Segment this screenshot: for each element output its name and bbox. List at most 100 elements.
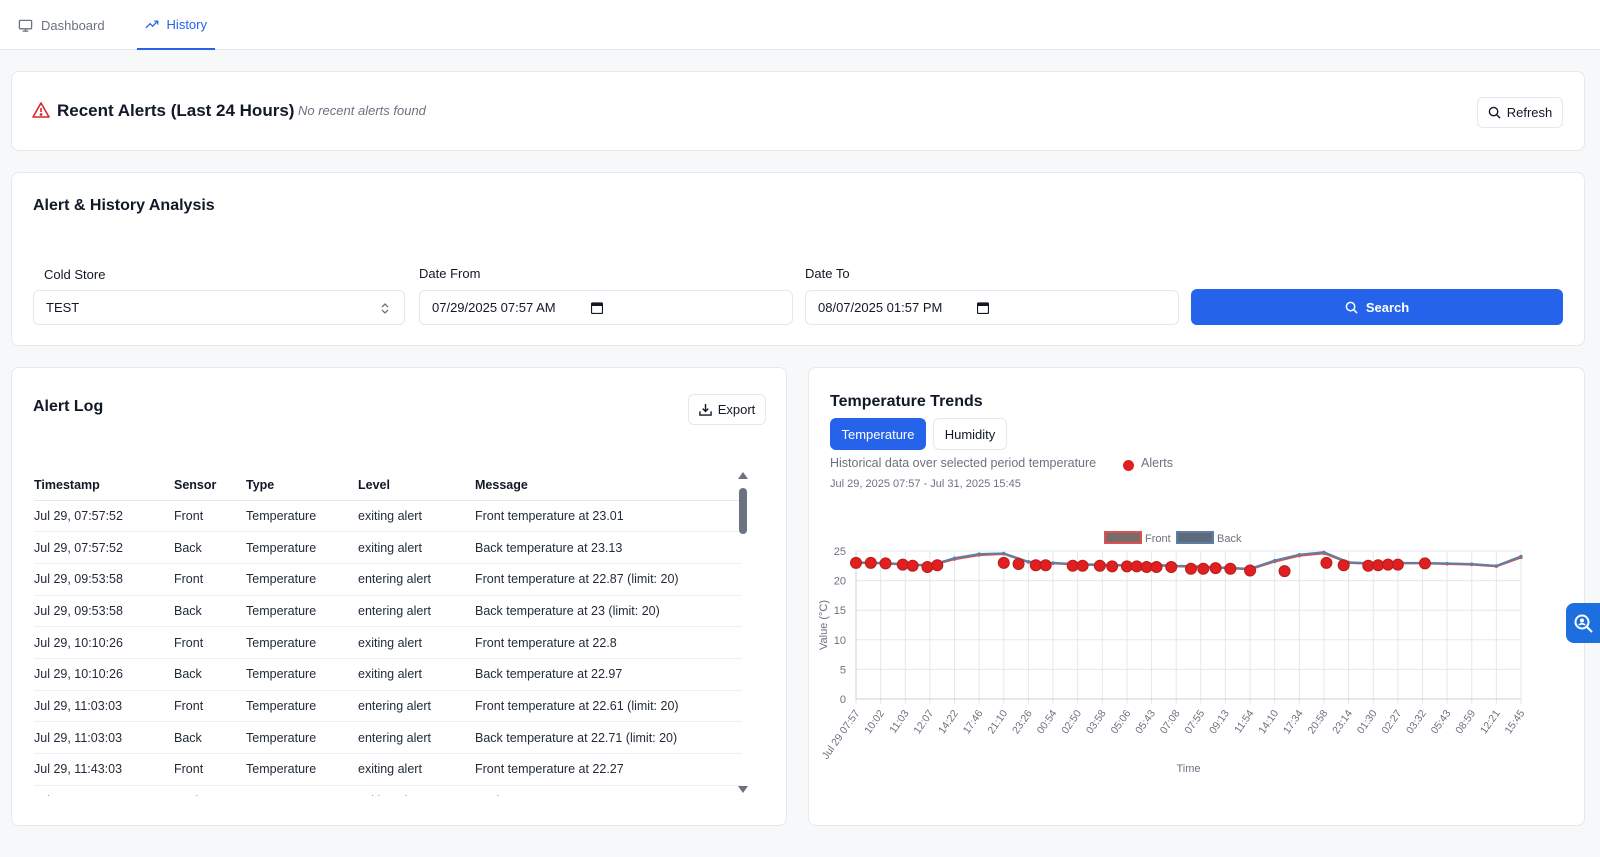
- alert-marker[interactable]: [879, 557, 892, 570]
- date-to-label: Date To: [805, 266, 850, 281]
- table-row[interactable]: Jul 29, 07:57:52 Front Temperature exiting …: [34, 500, 742, 533]
- x-tick-label: 12:21: [1478, 708, 1503, 737]
- alert-marker[interactable]: [1140, 560, 1153, 573]
- temperature-chart[interactable]: 0510152025Jul 29 07:57 10:02 11:03 12:07 14:…: [809, 518, 1585, 818]
- alert-marker[interactable]: [864, 556, 877, 569]
- y-tick-label: 10: [834, 635, 846, 647]
- table-row[interactable]: Jul 29, 07:57:52 Back Temperature exiting a…: [34, 531, 742, 564]
- search-button[interactable]: Search: [1191, 289, 1563, 325]
- x-tick-label: Jul 29 07:57: [820, 708, 863, 762]
- table-cell: entering alert: [358, 721, 475, 754]
- column-header[interactable]: Sensor: [174, 470, 246, 501]
- alert-marker[interactable]: [1093, 559, 1106, 572]
- table-cell: Back temperature at 22.36: [475, 785, 742, 796]
- legend-swatch-front[interactable]: [1104, 531, 1142, 544]
- alert-marker[interactable]: [1372, 559, 1385, 572]
- x-tick-label: 01:30: [1355, 708, 1380, 737]
- x-tick-label: 20:58: [1306, 708, 1331, 737]
- x-tick-label: 05:43: [1133, 708, 1158, 737]
- table-cell: Jul 29, 07:57:52: [34, 531, 174, 564]
- calendar-icon[interactable]: [591, 302, 603, 314]
- floating-zoom-button[interactable]: [1566, 603, 1600, 643]
- alert-marker[interactable]: [1382, 558, 1394, 571]
- data-point-back: [977, 552, 981, 556]
- refresh-button[interactable]: Refresh: [1477, 97, 1563, 128]
- legend-label-back[interactable]: Back: [1217, 533, 1242, 545]
- alert-marker[interactable]: [1106, 560, 1119, 573]
- alert-marker[interactable]: [1337, 559, 1350, 572]
- alert-marker[interactable]: [1012, 558, 1025, 571]
- column-header[interactable]: Type: [246, 470, 358, 501]
- legend-swatch-back[interactable]: [1176, 531, 1214, 544]
- table-row[interactable]: Jul 29, 09:53:58 Back Temperature entering …: [34, 595, 742, 628]
- table-cell: Front: [174, 500, 246, 533]
- alert-marker[interactable]: [1076, 559, 1089, 572]
- alert-marker[interactable]: [1150, 560, 1163, 573]
- table-cell: Jul 29, 10:10:26: [34, 626, 174, 659]
- alert-marker[interactable]: [906, 559, 919, 572]
- tab-history[interactable]: History: [137, 0, 215, 50]
- table-cell: Back: [174, 595, 246, 628]
- alert-marker[interactable]: [1362, 559, 1375, 572]
- cold-store-select[interactable]: TEST: [33, 290, 405, 325]
- calendar-icon[interactable]: [977, 302, 989, 314]
- table-cell: Back temperature at 22.71 (limit: 20): [475, 721, 742, 754]
- alert-marker[interactable]: [1039, 559, 1052, 572]
- tab-dashboard[interactable]: Dashboard: [18, 0, 105, 50]
- date-to-value: 08/07/2025 01:57 PM: [818, 300, 943, 315]
- table-row[interactable]: Jul 29, 11:03:03 Back Temperature entering …: [34, 721, 742, 754]
- table-row[interactable]: Jul 29, 09:53:58 Front Temperature entering…: [34, 563, 742, 596]
- scroll-down-arrow[interactable]: [738, 786, 748, 793]
- data-point-back: [1002, 551, 1006, 555]
- column-header[interactable]: Level: [358, 470, 475, 501]
- table-row[interactable]: Jul 29, 10:10:26 Back Temperature exiting a…: [34, 658, 742, 691]
- alert-marker[interactable]: [1184, 562, 1197, 575]
- alert-marker[interactable]: [1066, 559, 1079, 572]
- alert-marker[interactable]: [1197, 562, 1210, 575]
- alert-marker[interactable]: [1244, 564, 1257, 577]
- x-tick-label: 10:02: [862, 708, 887, 737]
- recent-alerts-status: No recent alerts found: [298, 103, 426, 118]
- alert-marker[interactable]: [1320, 556, 1333, 569]
- table-row[interactable]: Jul 29, 11:43:03 Front Temperature exiting …: [34, 753, 742, 786]
- monitor-icon: [18, 19, 33, 32]
- x-tick-label: 05:06: [1108, 708, 1133, 737]
- table-header-row: Timestamp Sensor Type Level Message: [34, 470, 742, 501]
- alert-marker[interactable]: [1278, 565, 1291, 578]
- table-cell: Temperature: [246, 753, 358, 786]
- table-row[interactable]: Jul 29, 11:43:03BackTemperatureexiting a…: [34, 785, 742, 796]
- alert-marker[interactable]: [1130, 560, 1143, 573]
- top-navigation: Dashboard History: [0, 0, 1600, 50]
- alert-marker[interactable]: [1418, 557, 1431, 570]
- table-cell: Jul 29, 11:03:03: [34, 690, 174, 723]
- column-header[interactable]: Message: [475, 470, 742, 501]
- alert-marker[interactable]: [931, 559, 944, 572]
- alert-marker[interactable]: [921, 560, 934, 573]
- tab-temperature[interactable]: Temperature: [830, 418, 926, 450]
- table-cell: Jul 29, 11:43:03: [34, 785, 174, 796]
- table-cell: Back: [174, 721, 246, 754]
- alert-marker[interactable]: [1224, 562, 1237, 575]
- tab-humidity[interactable]: Humidity: [933, 418, 1007, 450]
- alert-log-scroll-area[interactable]: Timestamp Sensor Type Level Message Jul …: [12, 368, 752, 796]
- alert-marker[interactable]: [1120, 560, 1133, 573]
- scrollbar-thumb[interactable]: [739, 488, 747, 534]
- table-cell: exiting alert: [358, 785, 475, 796]
- column-header[interactable]: Timestamp: [34, 470, 174, 501]
- data-point-back: [952, 556, 957, 560]
- legend-label-front[interactable]: Front: [1145, 533, 1171, 545]
- table-row[interactable]: Jul 29, 11:03:03 Front Temperature entering…: [34, 690, 742, 723]
- date-from-input[interactable]: 07/29/2025 07:57 AM: [419, 290, 793, 325]
- alert-marker[interactable]: [1165, 560, 1178, 573]
- alert-marker[interactable]: [1029, 559, 1042, 572]
- alert-marker[interactable]: [896, 558, 909, 571]
- x-tick-label: 21:10: [985, 708, 1010, 737]
- alert-marker[interactable]: [1209, 562, 1222, 575]
- alert-marker[interactable]: [850, 556, 862, 569]
- date-to-input[interactable]: 08/07/2025 01:57 PM: [805, 290, 1179, 325]
- alert-marker[interactable]: [1391, 558, 1404, 571]
- alert-marker[interactable]: [997, 556, 1010, 569]
- table-row[interactable]: Jul 29, 10:10:26 Front Temperature exiting …: [34, 626, 742, 659]
- scroll-up-arrow[interactable]: [738, 472, 748, 479]
- table-cell: Temperature: [246, 500, 358, 533]
